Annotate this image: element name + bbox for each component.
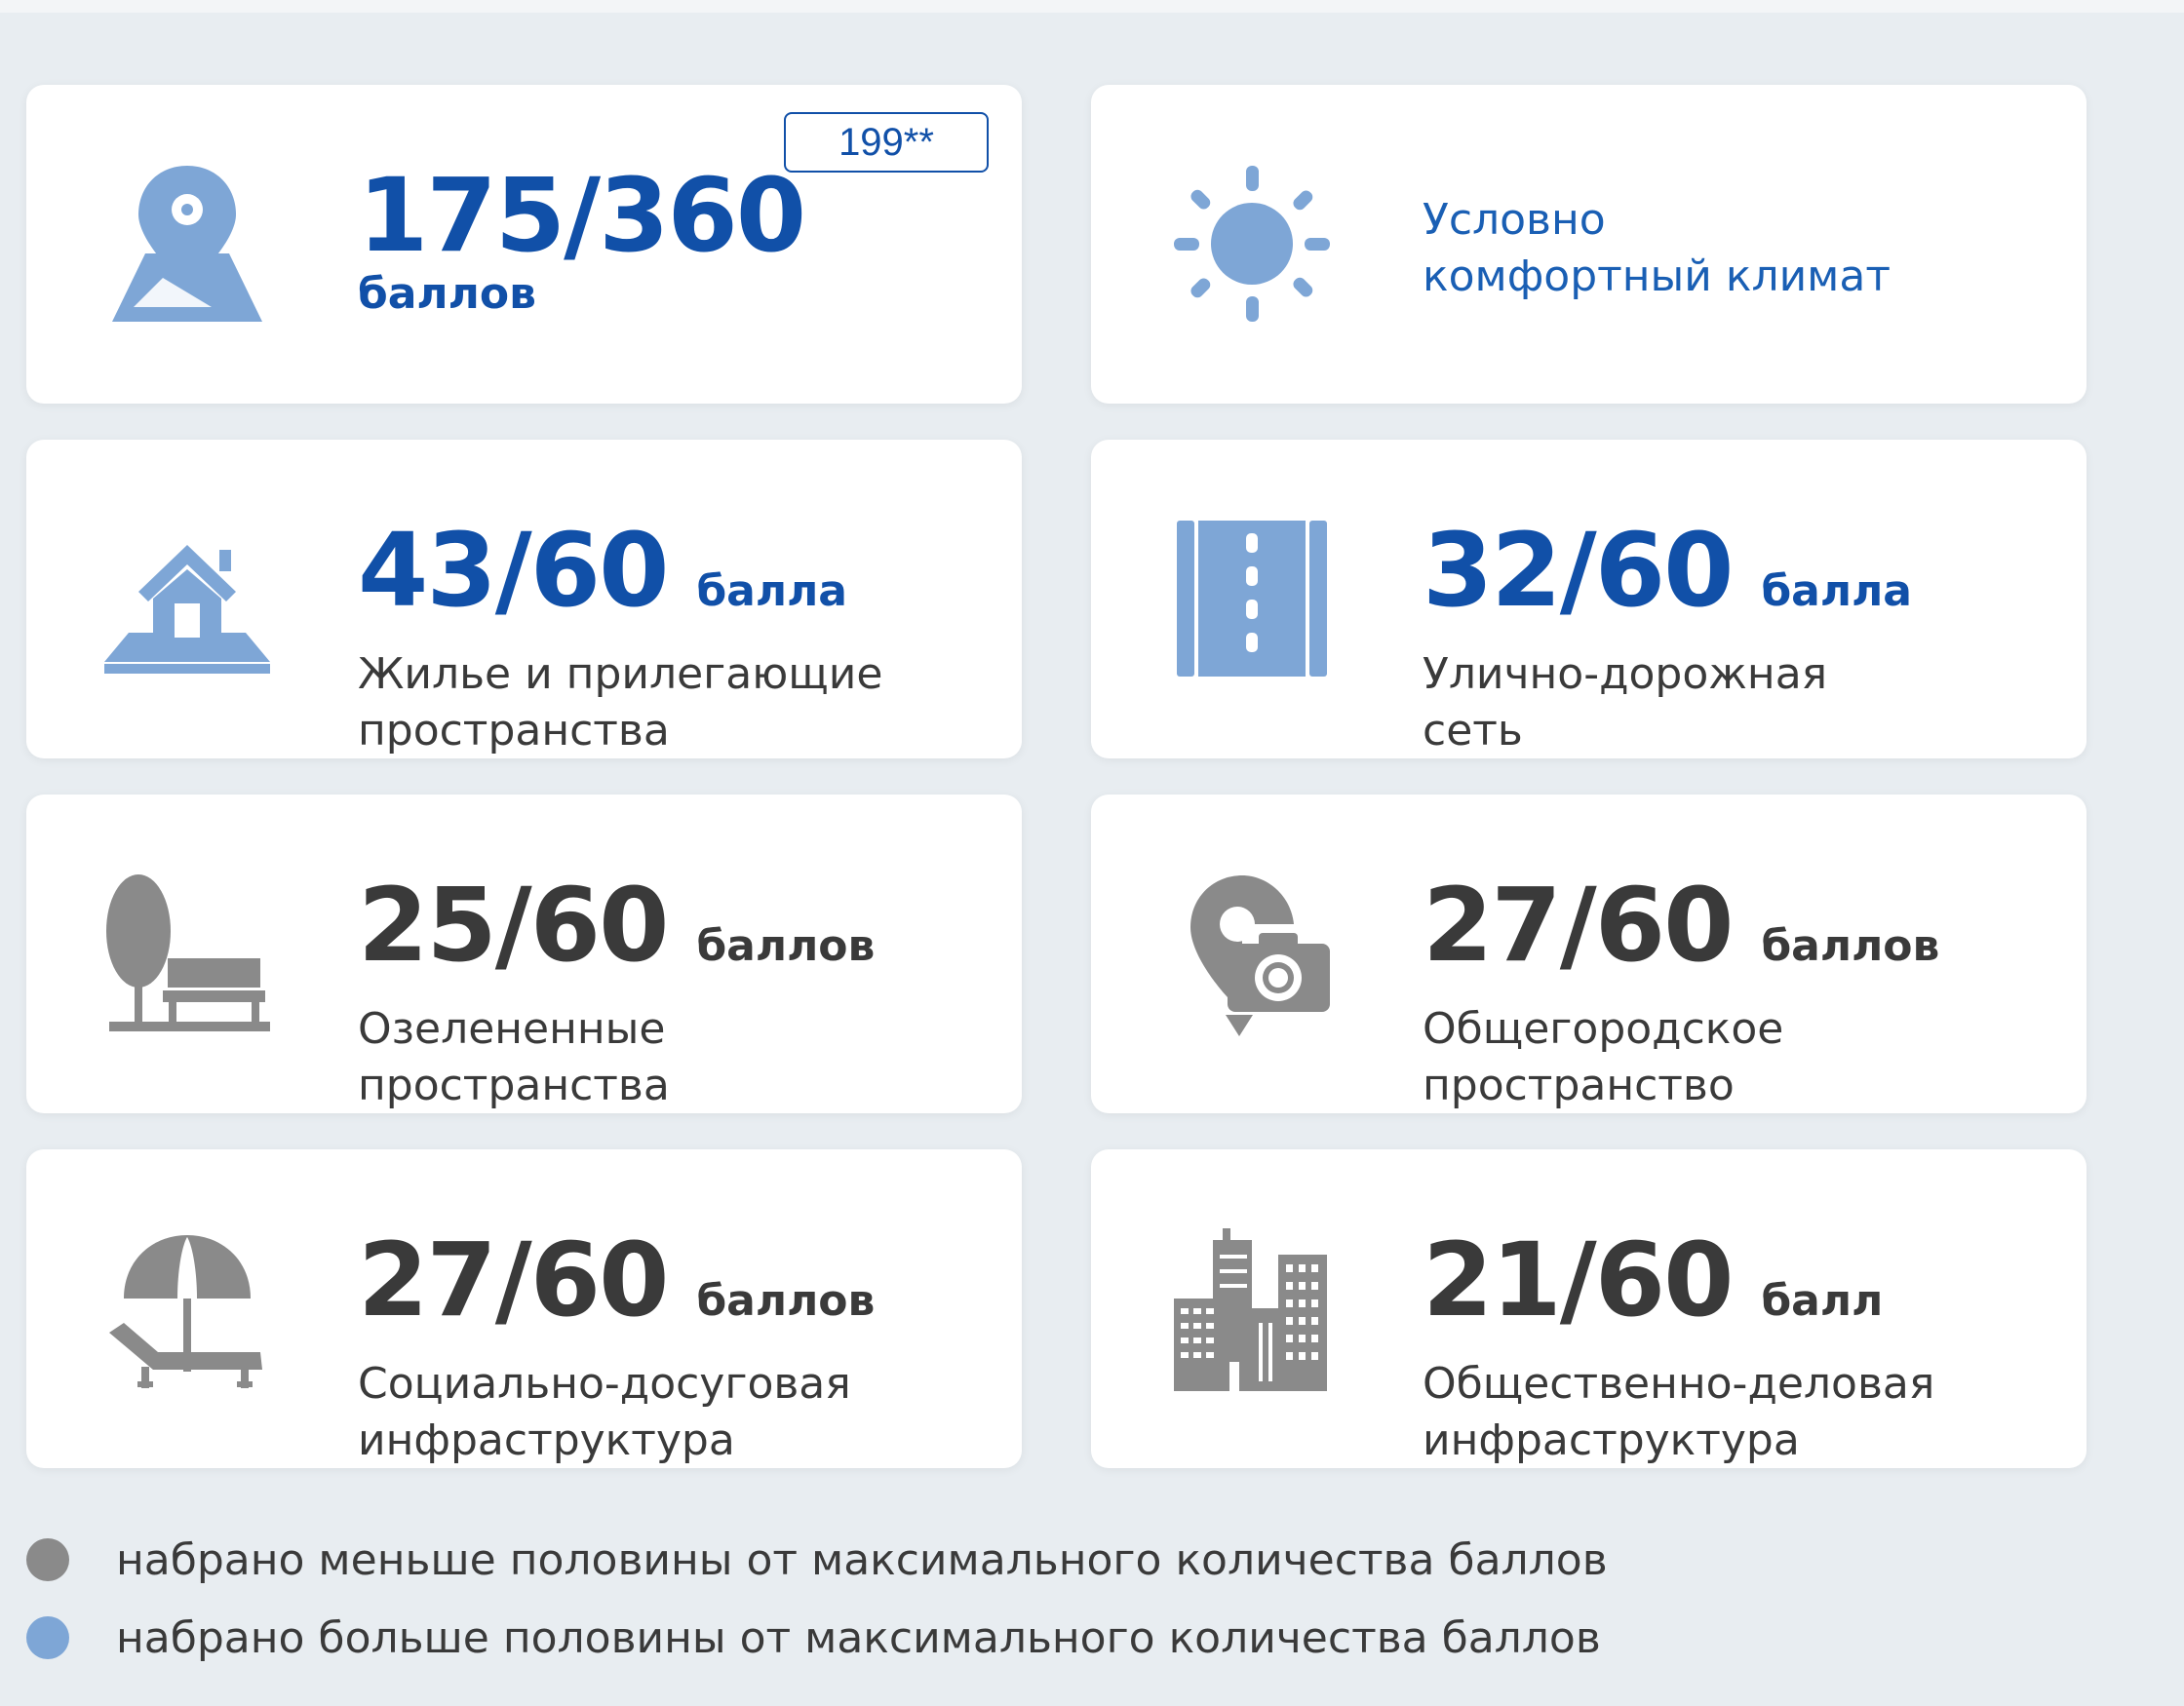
legend: набрано меньше половины от максимального… [26, 1521, 1608, 1677]
business-card: 21/60 балл Общественно-деловая инфраструк… [1091, 1149, 2086, 1468]
road-desc-1: Улично-дорожная [1423, 649, 1828, 699]
business-desc-1: Общественно-деловая [1423, 1359, 1935, 1409]
sun-icon [1169, 161, 1335, 327]
gray-dot-icon [26, 1538, 69, 1581]
city-score: 27/60 [1423, 866, 1734, 985]
social-unit: баллов [696, 1276, 876, 1326]
green-desc-2: пространства [358, 1061, 670, 1110]
housing-desc-1: Жилье и прилегающие [358, 649, 883, 699]
house-icon [104, 516, 270, 681]
top-band [0, 0, 2184, 13]
housing-desc-2: пространства [358, 706, 670, 756]
city-space-card: 27/60 баллов Общегородское пространство [1091, 795, 2086, 1113]
total-score-value: 175/360 [358, 156, 806, 275]
green-unit: баллов [696, 921, 876, 971]
social-leisure-card: 27/60 баллов Социально-досуговая инфрастр… [26, 1149, 1022, 1468]
city-desc-2: пространство [1423, 1061, 1735, 1110]
road-unit: балла [1761, 566, 1912, 616]
road-card: 32/60 балла Улично-дорожная сеть [1091, 440, 2086, 758]
business-score: 21/60 [1423, 1221, 1734, 1339]
road-icon [1169, 516, 1335, 681]
blue-dot-icon [26, 1616, 69, 1659]
city-desc-1: Общегородское [1423, 1004, 1784, 1054]
housing-unit: балла [696, 566, 847, 616]
green-desc-1: Озелененные [358, 1004, 666, 1054]
map-pin-icon [104, 161, 270, 327]
housing-score: 43/60 [358, 511, 669, 630]
climate-line-1: Условно [1423, 195, 1606, 245]
city-unit: баллов [1761, 921, 1940, 971]
total-score-card: 175/360 баллов 199** [26, 85, 1022, 404]
camera-pin-icon [1169, 871, 1335, 1036]
social-desc-2: инфраструктура [358, 1415, 735, 1465]
beach-umbrella-icon [104, 1225, 270, 1391]
housing-card: 43/60 балла Жилье и прилегающие пространс… [26, 440, 1022, 758]
business-unit: балл [1761, 1276, 1884, 1326]
climate-card: Условно комфортный климат [1091, 85, 2086, 404]
legend-item-less: набрано меньше половины от максимального… [26, 1521, 1608, 1599]
business-desc-2: инфраструктура [1423, 1415, 1800, 1465]
skyscrapers-icon [1169, 1225, 1335, 1391]
total-score-unit: баллов [358, 269, 536, 319]
road-score: 32/60 [1423, 511, 1734, 630]
total-score-badge: 199** [784, 112, 989, 173]
green-spaces-card: 25/60 баллов Озелененные пространства [26, 795, 1022, 1113]
score-grid: 175/360 баллов 199** Условно комфортный … [26, 85, 2086, 1468]
park-bench-icon [104, 871, 270, 1036]
legend-item-more: набрано больше половины от максимального… [26, 1599, 1608, 1677]
social-score: 27/60 [358, 1221, 669, 1339]
legend-more-text: набрано больше половины от максимального… [116, 1612, 1601, 1663]
climate-line-2: комфортный климат [1423, 252, 1891, 301]
legend-less-text: набрано меньше половины от максимального… [116, 1534, 1608, 1585]
social-desc-1: Социально-досуговая [358, 1359, 851, 1409]
green-score: 25/60 [358, 866, 669, 985]
road-desc-2: сеть [1423, 706, 1523, 756]
